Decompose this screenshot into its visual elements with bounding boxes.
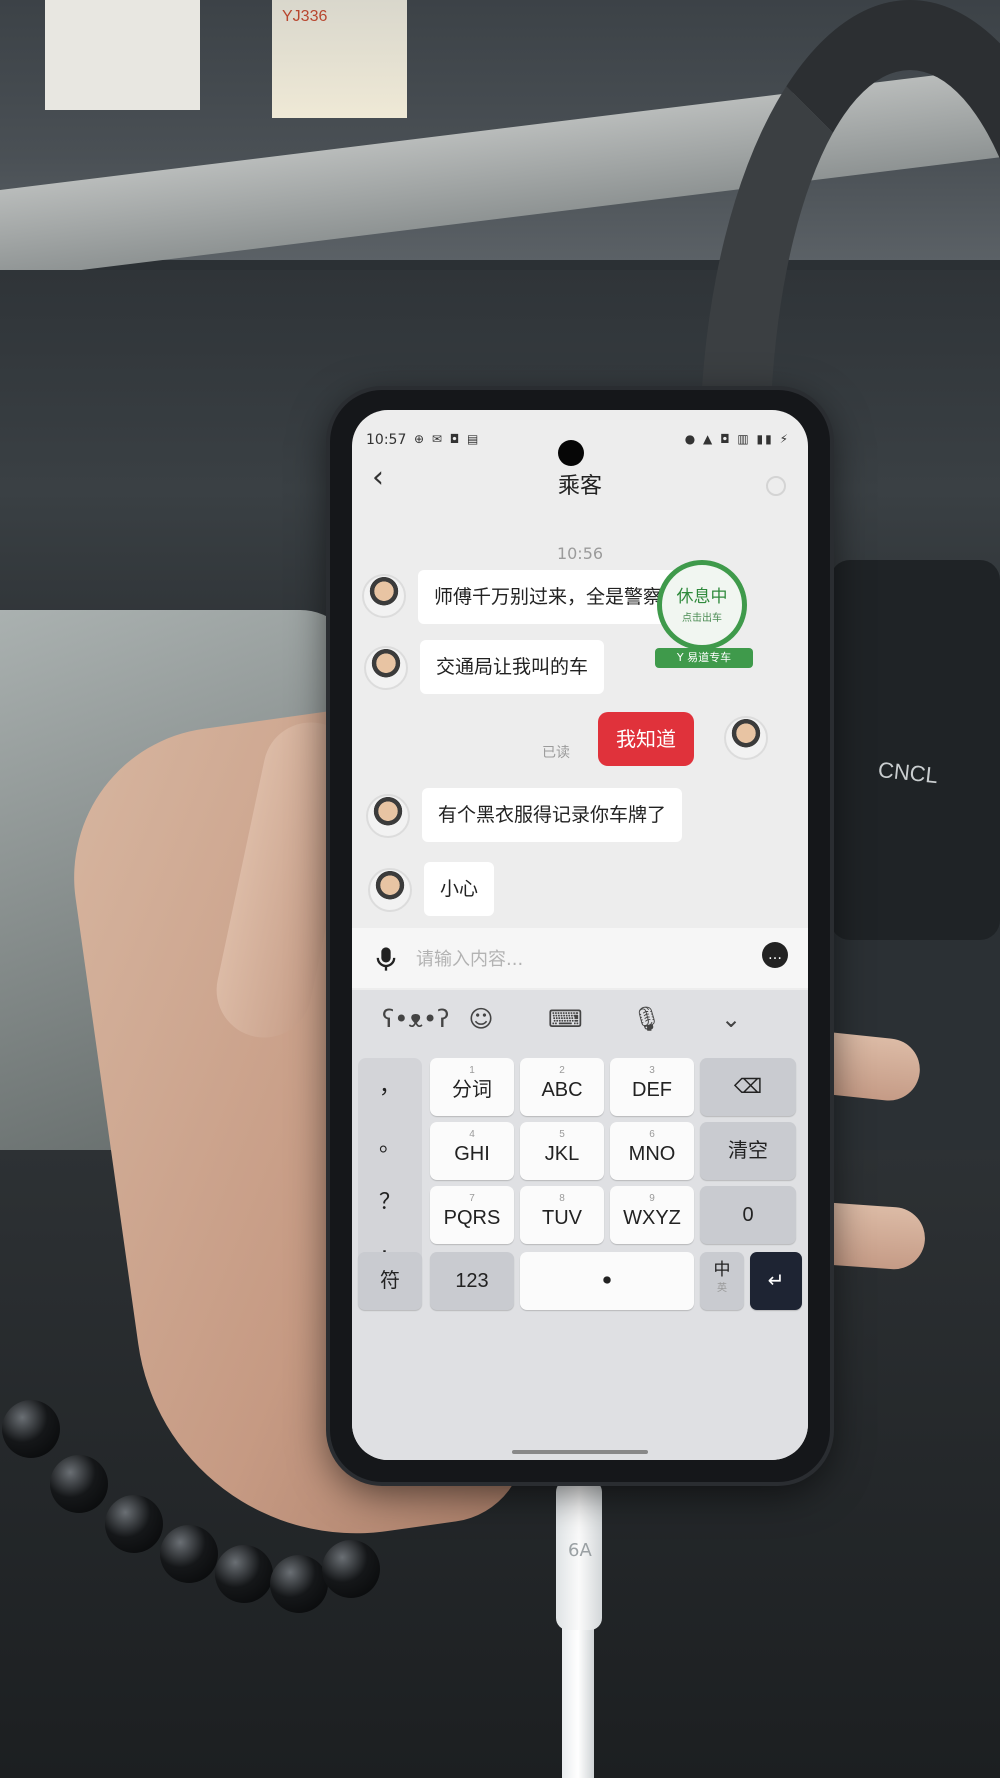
key-label: PQRS bbox=[443, 1207, 501, 1229]
punct-key-question[interactable]: ？ bbox=[358, 1184, 422, 1216]
center-console bbox=[830, 560, 1000, 940]
status-time: 10:57 bbox=[366, 432, 407, 448]
chat-timestamp: 10:56 bbox=[556, 544, 604, 563]
key-sub-label: 英 bbox=[717, 1283, 727, 1294]
bracelet-bead bbox=[215, 1545, 273, 1603]
more-icon[interactable] bbox=[766, 476, 786, 496]
message-bubble-outgoing: 我知道 bbox=[598, 712, 694, 766]
home-indicator[interactable] bbox=[512, 1450, 648, 1454]
key-label: GHI bbox=[454, 1143, 490, 1165]
key-label: TUV bbox=[542, 1207, 582, 1229]
space-mic-icon: ⏺ bbox=[602, 1272, 611, 1289]
enter-icon: ↵ bbox=[767, 1270, 785, 1292]
mic-icon[interactable]: 🎙 bbox=[630, 1002, 664, 1036]
smiley-icon[interactable]: ☺ bbox=[464, 1002, 498, 1036]
zero-key[interactable]: 0 bbox=[700, 1186, 796, 1244]
passenger-avatar[interactable] bbox=[368, 868, 412, 912]
key-number: 9 bbox=[649, 1193, 655, 1204]
key-6[interactable]: 6 MNO bbox=[610, 1122, 694, 1180]
bracelet-bead bbox=[270, 1555, 328, 1613]
key-1[interactable]: 1 分词 bbox=[430, 1058, 514, 1116]
rest-status-label: 休息中 bbox=[676, 587, 728, 607]
front-camera bbox=[558, 440, 584, 466]
backspace-icon: ⌫ bbox=[733, 1076, 763, 1098]
key-9[interactable]: 9 WXYZ bbox=[610, 1186, 694, 1244]
message-bubble: 师傅千万别过来，全是警察， bbox=[418, 570, 698, 624]
bracelet-bead bbox=[2, 1400, 60, 1458]
clear-key[interactable]: 清空 bbox=[700, 1122, 796, 1180]
quick-reply-icon[interactable]: … bbox=[762, 942, 788, 968]
key-2[interactable]: 2 ABC bbox=[520, 1058, 604, 1116]
read-receipt: 已读 bbox=[542, 745, 570, 761]
numbers-key[interactable]: 123 bbox=[430, 1252, 514, 1310]
collapse-icon[interactable]: ⌄ bbox=[714, 1002, 748, 1036]
key-8[interactable]: 8 TUV bbox=[520, 1186, 604, 1244]
key-7[interactable]: 7 PQRS bbox=[430, 1186, 514, 1244]
message-bubble: 小心 bbox=[424, 862, 495, 916]
page-title: 乘客 bbox=[557, 474, 602, 499]
space-key[interactable]: ⏺ bbox=[520, 1252, 694, 1310]
bracelet-bead bbox=[322, 1540, 380, 1598]
rest-status-sub: 点击出车 bbox=[682, 613, 722, 624]
keyboard-toolbar: ʕ•ᴥ•ʔ ☺ ⌨ 🎙 ⌄ bbox=[352, 990, 808, 1048]
bracelet-bead bbox=[105, 1495, 163, 1553]
key-label: WXYZ bbox=[623, 1207, 681, 1229]
key-label: 0 bbox=[742, 1204, 754, 1226]
enter-key[interactable]: ↵ bbox=[750, 1252, 802, 1310]
brand-tag: Y 易道专车 bbox=[655, 648, 753, 668]
bracelet-bead bbox=[160, 1525, 218, 1583]
passenger-avatar[interactable] bbox=[362, 574, 406, 618]
message-bubble: 有个黑衣服得记录你车牌了 bbox=[422, 788, 683, 842]
key-number: 2 bbox=[559, 1065, 565, 1076]
message-input[interactable] bbox=[414, 942, 718, 976]
cable-label: 6A bbox=[568, 1540, 592, 1561]
driver-avatar[interactable] bbox=[724, 716, 768, 760]
keyboard-icon[interactable]: ⌨ bbox=[548, 1002, 583, 1036]
phone-screen: 10:57 ⊕ ✉ ◘ ▤ ● ▲ ◘ ▥ ▮▮ ⚡ ‹ 乘客 10:56 师傅… bbox=[352, 410, 808, 1460]
window-left bbox=[45, 0, 200, 110]
status-icons-right: ● ▲ ◘ ▥ ▮▮ ⚡ bbox=[684, 432, 790, 446]
key-label: 清空 bbox=[728, 1140, 768, 1162]
key-label: ABC bbox=[541, 1079, 583, 1101]
bracelet-bead bbox=[50, 1455, 108, 1513]
key-label: DEF bbox=[632, 1079, 672, 1101]
voice-input-icon[interactable] bbox=[372, 945, 400, 973]
key-label: 123 bbox=[455, 1270, 489, 1292]
key-number: 5 bbox=[559, 1129, 565, 1140]
key-number: 7 bbox=[469, 1193, 475, 1204]
key-number: 6 bbox=[649, 1129, 655, 1140]
passenger-avatar[interactable] bbox=[364, 646, 408, 690]
window-sign-text: YJ336 bbox=[282, 8, 328, 25]
key-number: 8 bbox=[559, 1193, 565, 1204]
key-number: 4 bbox=[469, 1129, 475, 1140]
key-label: 分词 bbox=[452, 1079, 492, 1101]
key-4[interactable]: 4 GHI bbox=[430, 1122, 514, 1180]
key-label: 中 bbox=[713, 1260, 731, 1279]
key-number: 1 bbox=[469, 1065, 475, 1076]
punct-key-comma[interactable]: ， bbox=[358, 1068, 422, 1100]
keyboard: ʕ•ᴥ•ʔ ☺ ⌨ 🎙 ⌄ ， 。 ？ ！ 1 分词 2 ABC 3 DEF ⌫ bbox=[352, 990, 808, 1460]
passenger-avatar[interactable] bbox=[366, 794, 410, 838]
emoji-bear-icon[interactable]: ʕ•ᴥ•ʔ bbox=[382, 1002, 449, 1036]
symbols-key[interactable]: 符 bbox=[358, 1252, 422, 1310]
key-label: MNO bbox=[628, 1143, 676, 1165]
backspace-key[interactable]: ⌫ bbox=[700, 1058, 796, 1116]
status-icons-left: ⊕ ✉ ◘ ▤ bbox=[414, 432, 481, 446]
rest-status-badge[interactable]: 休息中 点击出车 bbox=[657, 560, 747, 650]
key-5[interactable]: 5 JKL bbox=[520, 1122, 604, 1180]
key-number: 3 bbox=[649, 1065, 655, 1076]
punct-key-period[interactable]: 。 bbox=[358, 1126, 422, 1158]
key-3[interactable]: 3 DEF bbox=[610, 1058, 694, 1116]
key-label: 符 bbox=[380, 1270, 400, 1292]
key-label: JKL bbox=[544, 1143, 580, 1165]
message-bubble: 交通局让我叫的车 bbox=[420, 640, 605, 694]
language-switch-key[interactable]: 中 英 bbox=[700, 1252, 744, 1310]
